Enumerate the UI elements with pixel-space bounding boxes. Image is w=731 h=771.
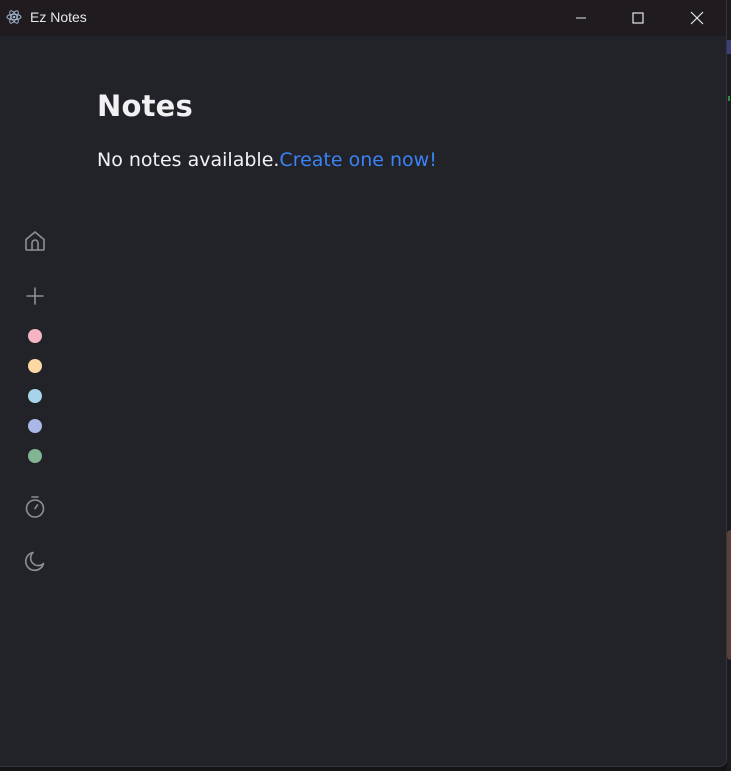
create-note-link[interactable]: Create one now! bbox=[279, 149, 436, 171]
page-title: Notes bbox=[97, 89, 193, 123]
minimize-icon bbox=[576, 17, 586, 19]
window-title: Ez Notes bbox=[30, 9, 87, 25]
notes-main: Notes No notes available.Create one now! bbox=[97, 88, 437, 171]
plus-icon[interactable] bbox=[23, 284, 47, 308]
color-filter-pink[interactable] bbox=[28, 329, 42, 343]
maximize-button[interactable] bbox=[609, 0, 667, 36]
color-filter-orange[interactable] bbox=[28, 359, 42, 373]
color-filter-green[interactable] bbox=[28, 449, 42, 463]
desktop-background bbox=[727, 0, 731, 771]
color-filter-purple[interactable] bbox=[28, 419, 42, 433]
moon-icon[interactable] bbox=[23, 549, 47, 573]
empty-state-message: No notes available.Create one now! bbox=[97, 148, 437, 172]
electron-atom-icon bbox=[6, 9, 22, 25]
color-filter-blue[interactable] bbox=[28, 389, 42, 403]
home-icon[interactable] bbox=[23, 229, 47, 253]
minimize-button[interactable] bbox=[552, 0, 610, 36]
close-button[interactable] bbox=[668, 0, 726, 36]
maximize-icon bbox=[632, 12, 644, 24]
timer-icon[interactable] bbox=[23, 495, 47, 519]
title-bar[interactable]: Ez Notes bbox=[0, 0, 726, 36]
close-icon bbox=[690, 11, 704, 25]
app-window: Ez Notes Notes No notes available.Create… bbox=[0, 0, 727, 767]
empty-state-text: No notes available. bbox=[97, 149, 280, 171]
sidebar bbox=[0, 36, 72, 766]
